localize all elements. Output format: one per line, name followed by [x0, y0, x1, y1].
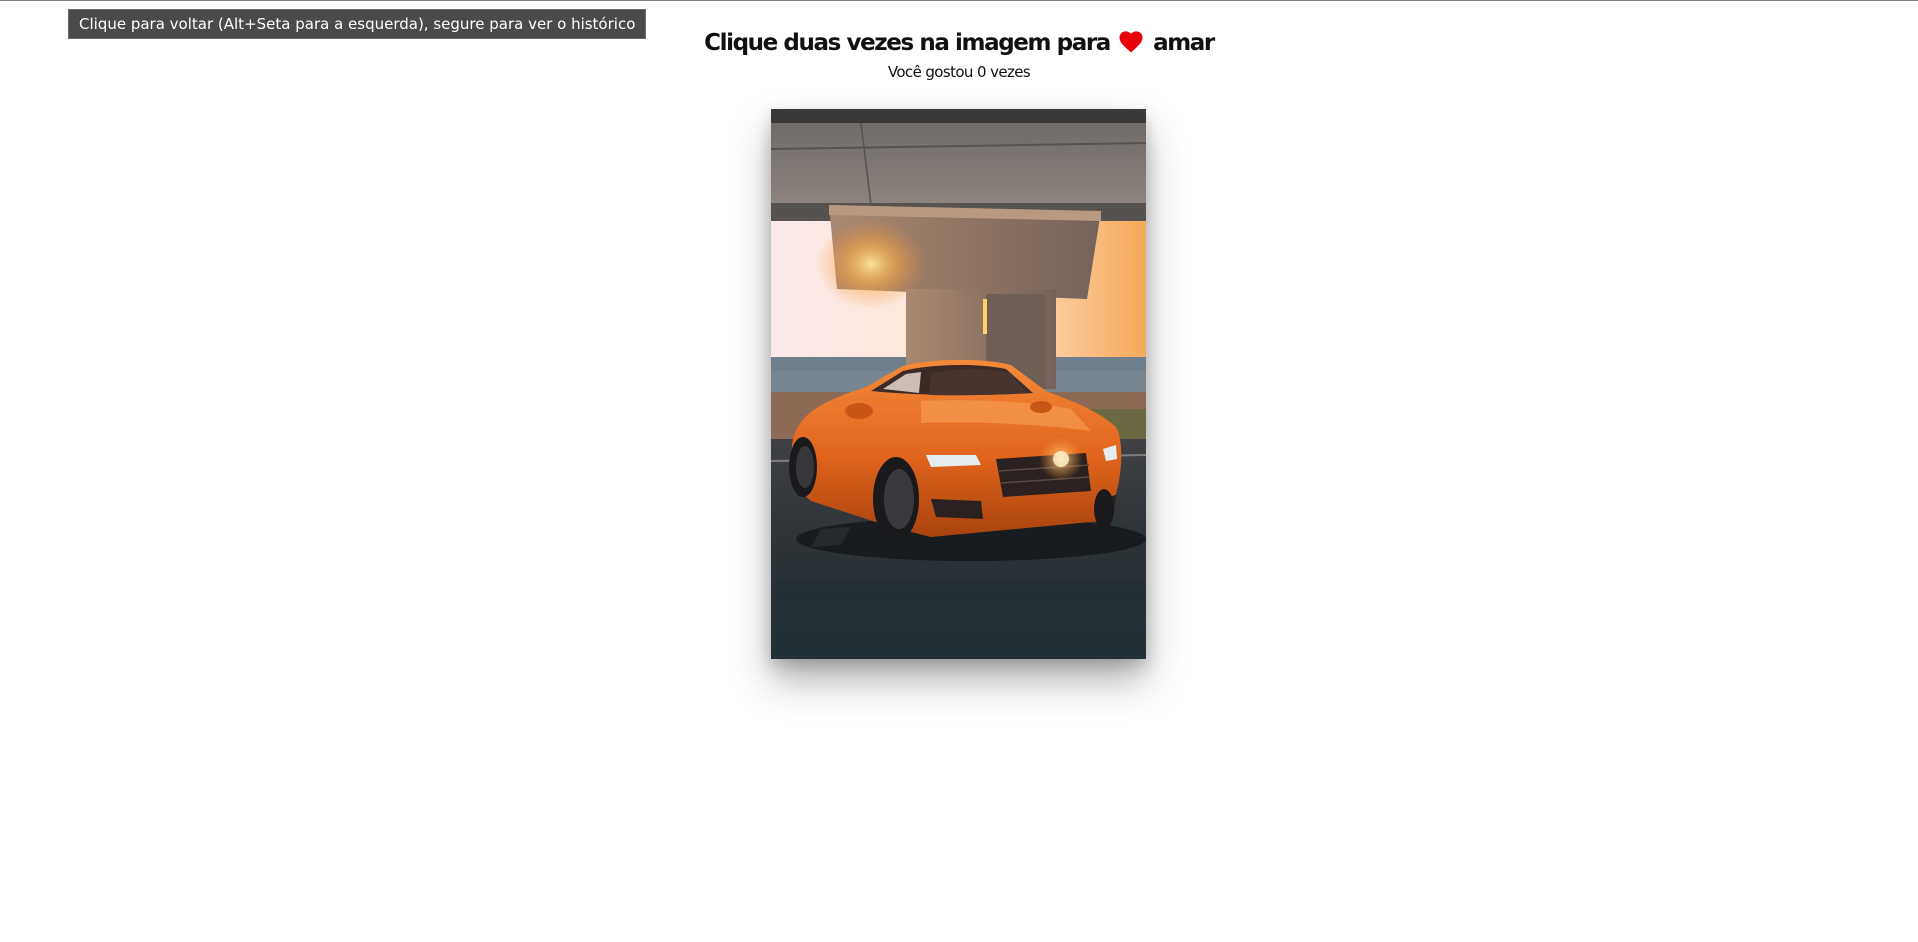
window-top-border: [0, 0, 1918, 1]
likeable-photo[interactable]: [771, 109, 1146, 659]
page-title: Clique duas vezes na imagem para amar: [0, 26, 1918, 63]
car-photo-illustration: [771, 109, 1146, 659]
title-text-after: amar: [1153, 30, 1215, 56]
title-text-before: Clique duas vezes na imagem para: [704, 30, 1111, 56]
heart-icon: [1119, 29, 1143, 63]
like-counter-text: Você gostou 0 vezes: [887, 63, 1031, 81]
